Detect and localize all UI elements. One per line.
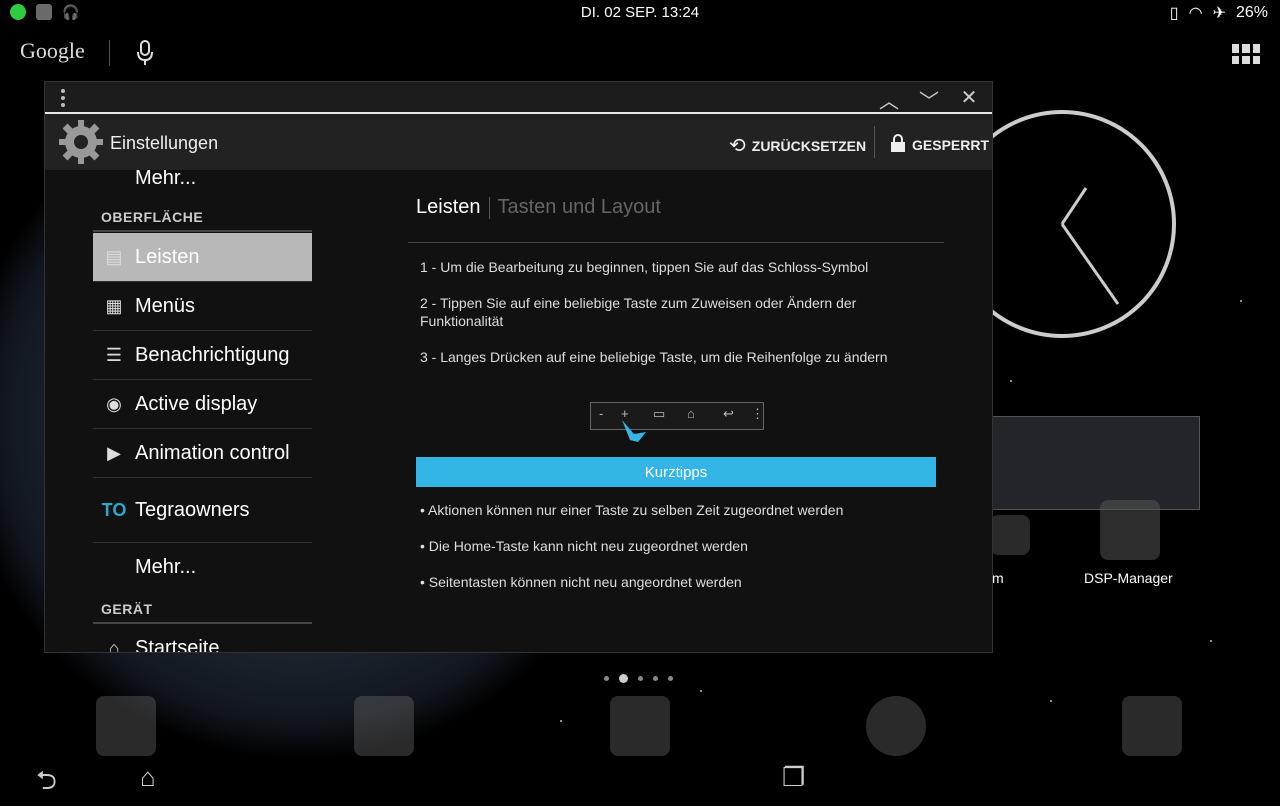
list-icon: ☰	[105, 344, 123, 365]
section-geraet: GERÄT	[101, 601, 153, 617]
page-indicator	[604, 674, 673, 683]
rotation-icon: ▯	[1169, 5, 1179, 22]
dock-video-app-icon[interactable]	[610, 696, 670, 756]
dock-settings-icon[interactable]	[866, 696, 926, 756]
wifi-icon: ◠	[1188, 5, 1203, 22]
section-divider	[93, 230, 312, 232]
tegraowners-icon: TO	[101, 499, 127, 520]
dsp-manager-label[interactable]: DSP-Manager	[1084, 570, 1173, 586]
reset-label: ZURÜCKSETZEN	[751, 137, 867, 154]
tap-hint-icon	[622, 420, 646, 442]
navigation-bar: ⮌ ⌂ ❐	[0, 752, 1280, 800]
bar-icon: ▤	[105, 246, 123, 267]
tab-separator	[488, 196, 490, 219]
sidebar-item-more-top[interactable]: Mehr...	[93, 170, 312, 202]
back-icon[interactable]: ⮌	[36, 762, 57, 806]
sidebar-item-active-display[interactable]: ◉ Active display	[93, 380, 312, 429]
status-bar: 🎧 DI. 02 SEP. 13:24 ▯ ◠ ✈ 26%	[0, 0, 1280, 26]
google-search-logo[interactable]: Google	[20, 38, 85, 64]
dock-app-icon-2[interactable]	[354, 696, 414, 756]
search-divider	[109, 40, 110, 66]
window-collapse-down-icon[interactable]: ﹀	[918, 85, 940, 114]
action-divider	[874, 126, 875, 158]
tab-tasten-und-layout[interactable]: Tasten und Layout	[498, 196, 661, 219]
window-menu-icon[interactable]	[61, 89, 65, 107]
preview-menu-icon[interactable]: ⋮	[751, 406, 764, 422]
lock-button[interactable]: GESPERRT	[890, 133, 989, 156]
dock-app-icon-1[interactable]	[96, 696, 156, 756]
sidebar-item-leisten[interactable]: ▤ Leisten	[93, 233, 312, 282]
tip-item: • Aktionen können nur einer Taste zu sel…	[420, 502, 844, 518]
section-oberflaeche: OBERFLÄCHE	[101, 209, 204, 225]
window-titlebar[interactable]: ︿ ﹀ ✕	[45, 82, 992, 114]
status-datetime: DI. 02 SEP. 13:24	[580, 4, 700, 21]
quick-tips-header: Kurztipps	[416, 457, 936, 487]
home-icon[interactable]: ⌂	[140, 762, 156, 793]
analog-clock-widget[interactable]	[948, 108, 1178, 340]
active-display-icon: ◉	[106, 393, 122, 414]
lock-label: GESPERRT	[912, 136, 990, 153]
recent-apps-icon[interactable]: ❐	[782, 762, 805, 793]
airplane-icon: ✈	[1212, 5, 1226, 22]
settings-sidebar: Mehr... OBERFLÄCHE ▤ Leisten ▦ Menüs ☰ B…	[93, 170, 312, 652]
sidebar-item-startseite[interactable]: ⌂ Startseite	[93, 624, 312, 653]
tab-leisten[interactable]: Leisten	[416, 196, 481, 219]
sidebar-item-tegraowners[interactable]: TO Tegraowners	[93, 478, 312, 543]
settings-content: Mehr... OBERFLÄCHE ▤ Leisten ▦ Menüs ☰ B…	[45, 170, 992, 652]
home-widget[interactable]	[990, 416, 1200, 510]
instruction-step: 2 - Tippen Sie auf eine beliebige Taste …	[420, 295, 857, 329]
lock-icon	[890, 133, 906, 156]
menu-icon: ▦	[105, 295, 123, 316]
window-collapse-up-icon[interactable]: ︿	[878, 85, 900, 114]
settings-gear-icon[interactable]	[59, 120, 103, 164]
dock-play-store-icon[interactable]	[1122, 696, 1182, 756]
navbar-preview[interactable]: - + ▭ ⌂ ↩ ⋮	[590, 402, 764, 430]
tab-underline	[408, 242, 944, 243]
tab-bar: Leisten Tasten und Layout	[416, 196, 661, 219]
tip-item: • Die Home-Taste kann nicht neu zugeordn…	[420, 538, 748, 554]
preview-minus-icon[interactable]: -	[599, 406, 603, 421]
partial-app-icon[interactable]	[990, 515, 1030, 555]
home-icon: ⌂	[108, 637, 120, 653]
battery-level: 26%	[1235, 4, 1268, 21]
partial-app-label[interactable]: m	[992, 570, 1004, 586]
settings-action-bar: Einstellungen ⟲ ZURÜCKSETZEN GESPERRT	[45, 114, 992, 171]
sidebar-item-benachrichtigungen[interactable]: ☰ Benachrichtigung	[93, 331, 312, 380]
floating-settings-window: ︿ ﹀ ✕ Einstellungen ⟲ ZURÜCKSETZEN GESPE…	[45, 82, 992, 652]
microphone-icon[interactable]	[135, 40, 155, 66]
window-close-icon[interactable]: ✕	[958, 85, 980, 114]
preview-back-icon[interactable]: ↩	[723, 406, 734, 422]
sidebar-item-animation-control[interactable]: ▶ Animation control	[93, 429, 312, 478]
dsp-manager-icon[interactable]	[1100, 500, 1160, 560]
app-title: Einstellungen	[110, 133, 219, 153]
preview-recent-icon[interactable]: ▭	[653, 406, 665, 422]
tip-item: • Seitentasten können nicht neu angeordn…	[420, 574, 742, 590]
animation-icon: ▶	[107, 442, 121, 463]
instruction-step: 3 - Langes Drücken auf eine beliebige Ta…	[420, 349, 888, 365]
sidebar-item-more[interactable]: Mehr...	[93, 543, 312, 591]
instruction-step: 1 - Um die Bearbeitung zu beginnen, tipp…	[420, 259, 869, 275]
all-apps-icon[interactable]	[1232, 44, 1260, 64]
sidebar-item-menues[interactable]: ▦ Menüs	[93, 282, 312, 331]
reset-icon: ⟲	[729, 135, 746, 157]
preview-home-icon[interactable]: ⌂	[687, 406, 695, 421]
reset-button[interactable]: ⟲ ZURÜCKSETZEN	[729, 133, 866, 158]
